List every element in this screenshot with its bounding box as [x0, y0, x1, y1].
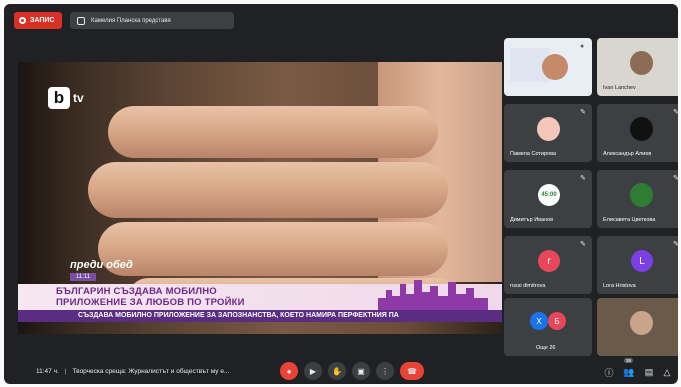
participant-tile-rossi[interactable]: r ✎ rossi dimitrova: [504, 236, 592, 294]
show-name: преди обед: [70, 259, 133, 271]
participant-name: Lora Hristova: [603, 283, 636, 289]
meeting-title: Творческа среща: Журналистът и обществът…: [72, 368, 230, 375]
participant-name: Александър Алиев: [603, 151, 652, 157]
camera-icon: ▶: [309, 366, 317, 376]
avatar-label: Х: [536, 316, 542, 326]
participant-tile-dimitar[interactable]: 45:00 ✎ Димитър Иванов: [504, 170, 592, 228]
participant-tile-screen[interactable]: ●: [504, 38, 592, 96]
participant-tile-aleksandar[interactable]: ✎ Александър Алиев: [597, 104, 678, 162]
mic-off-icon: ✎: [673, 241, 678, 248]
chat-icon: ▤: [644, 366, 654, 377]
participant-name: Димитър Иванов: [510, 217, 554, 223]
chat-button[interactable]: ▤: [642, 365, 656, 379]
meeting-info: 11:47 ч. | Творческа среща: Журналистът и …: [36, 368, 229, 375]
participant-name: rossi dimitrova: [510, 283, 546, 289]
activities-button[interactable]: △: [660, 365, 674, 379]
record-label: ЗАПИС: [30, 17, 55, 24]
participant-photo: [537, 117, 560, 141]
participant-name: Памела Сотирова: [510, 151, 557, 157]
presenter-chip[interactable]: Камелия Планска представя: [70, 12, 234, 29]
participant-video: [630, 311, 653, 335]
channel-logo: b tv: [48, 87, 84, 109]
app: ЗАПИС Камелия Планска представя b tv пре…: [0, 0, 681, 387]
participant-avatar: 45:00: [538, 184, 560, 206]
presentation-stage: b tv преди обед 11:11 БЪЛГАРИН СЪЗДАВА М…: [18, 62, 502, 334]
broadcast-time: 11:11: [70, 273, 97, 281]
people-button[interactable]: 36 👥: [622, 358, 636, 379]
participant-name: Елисавета Цветкова: [603, 217, 656, 223]
participant-avatar: Б: [548, 312, 566, 330]
video-finger: [98, 222, 448, 276]
headline-line-2: ПРИЛОЖЕНИЕ ЗА ЛЮБОВ ПО ТРОЙКИ: [56, 297, 245, 308]
top-bar: ЗАПИС Камелия Планска представя: [4, 4, 678, 36]
participant-tile-others[interactable]: Х Б Още 26: [504, 298, 592, 356]
recording-indicator[interactable]: ЗАПИС: [14, 12, 63, 29]
record-icon: [19, 17, 26, 24]
video-finger: [108, 106, 438, 158]
participant-tile-lora[interactable]: L ✎ Lora Hristova: [597, 236, 678, 294]
mic-off-button[interactable]: ●: [280, 362, 298, 380]
people-icon: 👥: [623, 366, 635, 377]
mic-off-icon: ●: [580, 43, 585, 50]
cityscape-graphic: [378, 280, 488, 310]
participant-tile-self[interactable]: [597, 298, 678, 356]
bottom-bar: 11:47 ч. | Творческа среща: Журналистът и …: [4, 352, 678, 384]
mic-off-icon: ✎: [580, 175, 586, 182]
video-finger: [88, 162, 448, 218]
more-participants-label: Още 26: [536, 345, 556, 351]
activities-icon: △: [663, 366, 671, 377]
present-icon: ▣: [357, 366, 365, 376]
more-icon: ⋮: [381, 366, 389, 376]
headline-line-1: БЪЛГАРИН СЪЗДАВА МОБИЛНО: [56, 286, 217, 297]
participant-avatar: L: [631, 250, 653, 272]
camera-button[interactable]: ▶: [304, 362, 322, 380]
clock: 11:47 ч.: [36, 368, 59, 375]
presenter-label: Камелия Планска представя: [91, 17, 171, 24]
participant-photo: [630, 117, 653, 141]
present-button[interactable]: ▣: [352, 362, 370, 380]
avatar-label: Б: [554, 316, 560, 326]
channel-logo-text: tv: [73, 91, 84, 105]
participant-tile-elisaveta[interactable]: ✎ Елисавета Цветкова: [597, 170, 678, 228]
info-button[interactable]: ⓘ: [602, 365, 616, 379]
raise-hand-button[interactable]: ✋: [328, 362, 346, 380]
mic-off-icon: ✎: [673, 109, 678, 116]
mic-off-icon: ✎: [673, 175, 678, 182]
present-screen-icon: [77, 16, 85, 25]
participant-avatar: r: [538, 250, 560, 272]
participant-name: Ivan Lanchev: [603, 85, 636, 91]
participant-video: [542, 54, 568, 80]
end-call-button[interactable]: ☎: [400, 362, 424, 380]
avatar-label: L: [639, 255, 645, 267]
hand-icon: ✋: [332, 366, 342, 376]
participant-tile-ivan-lanchev[interactable]: Ivan Lanchev: [597, 38, 678, 96]
mic-off-icon: ●: [286, 366, 292, 376]
end-call-icon: ☎: [407, 366, 417, 376]
meeting-window: ЗАПИС Камелия Планска представя b tv пре…: [4, 4, 678, 384]
avatar-label: r: [547, 255, 551, 267]
people-count-badge: 36: [624, 358, 634, 363]
separator: |: [64, 368, 67, 375]
mic-off-icon: ✎: [580, 109, 586, 116]
news-ticker: СЪЗДАВА МОБИЛНО ПРИЛОЖЕНИЕ ЗА ЗАПОЗНАНСТ…: [18, 310, 502, 322]
avatar-label: 45:00: [541, 192, 557, 198]
participant-photo: [630, 183, 653, 207]
participant-tile-pamela[interactable]: ✎ Памела Сотирова: [504, 104, 592, 162]
info-icon: ⓘ: [604, 367, 614, 378]
more-options-button[interactable]: ⋮: [376, 362, 394, 380]
participant-avatar: Х: [530, 312, 548, 330]
channel-logo-mark: b: [48, 87, 70, 109]
mic-off-icon: ✎: [580, 241, 586, 248]
participant-video: [630, 51, 653, 75]
